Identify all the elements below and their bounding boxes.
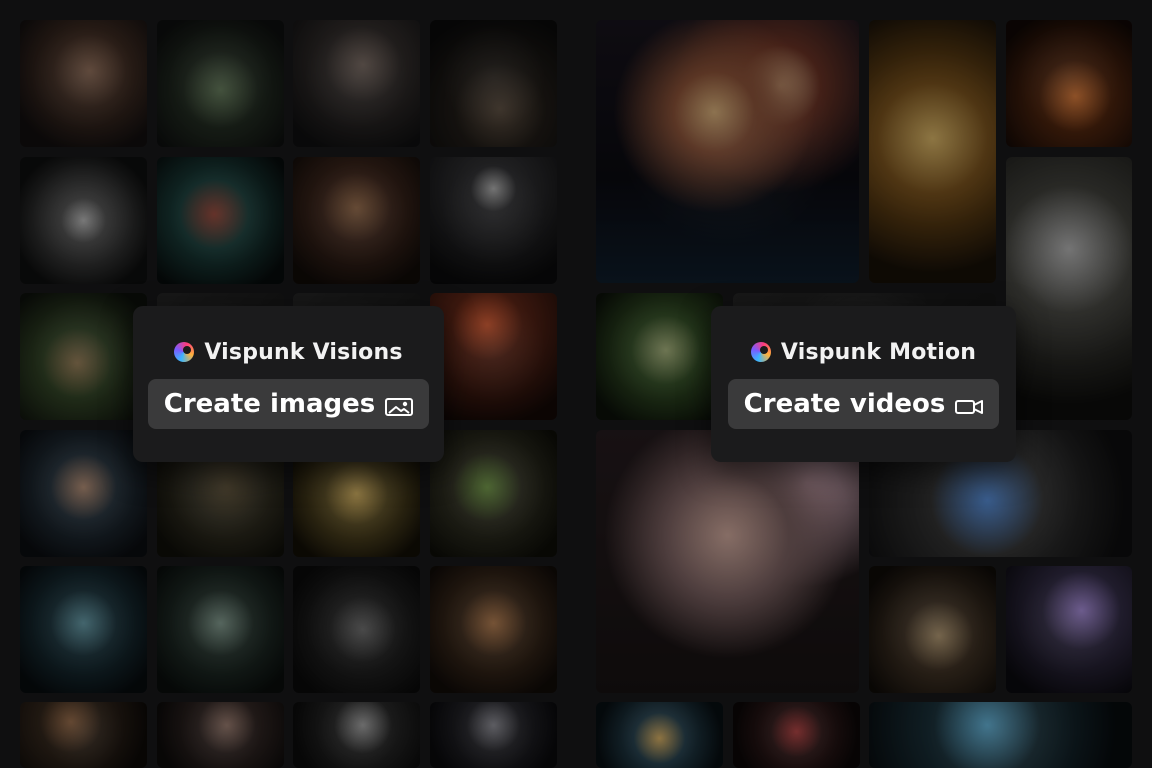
gallery-tile-underwater-room[interactable] — [869, 702, 1132, 768]
gallery-tile-burger-sea[interactable] — [596, 702, 723, 768]
vispunk-visions-title: Vispunk Visions — [204, 339, 403, 365]
create-videos-button[interactable]: Create videos — [727, 378, 1000, 429]
gallery-tile-campfire[interactable] — [1006, 20, 1132, 147]
gallery-tile-autumn-leaves[interactable] — [869, 20, 996, 283]
vispunk-visions-brand: Vispunk Visions — [174, 340, 402, 365]
gallery-tile-fireworks[interactable] — [596, 20, 859, 283]
gallery-tile-robot-portrait[interactable] — [430, 702, 557, 768]
gallery-tile-snail[interactable] — [20, 293, 147, 420]
gallery-tile-fairies[interactable] — [596, 293, 723, 420]
gallery-tile-woman-window[interactable] — [157, 702, 284, 768]
gallery-tile-room-interior[interactable] — [293, 702, 420, 768]
gallery-tile-white-flower[interactable] — [20, 157, 147, 284]
gallery-tile-portrait-man[interactable] — [293, 20, 420, 147]
gallery-tile-droids-forest[interactable] — [1006, 157, 1132, 420]
gallery-tile-salad-glass-bowl[interactable] — [157, 20, 284, 147]
gallery-tile-mushrooms[interactable] — [157, 157, 284, 284]
image-icon — [385, 394, 414, 416]
gallery-tile-comet-lake[interactable] — [1006, 566, 1132, 693]
gallery-tile-astronaut-child[interactable] — [20, 430, 147, 557]
vispunk-visions-card: Vispunk Visions Create images — [133, 306, 444, 462]
create-images-button[interactable]: Create images — [147, 378, 430, 429]
gallery-tile-dog-partial[interactable] — [20, 702, 147, 768]
gallery-tile-octopus-creature[interactable] — [157, 566, 284, 693]
gallery-tile-mountain-night-sky[interactable] — [430, 20, 557, 147]
gallery-tile-portrait-woman[interactable] — [20, 20, 147, 147]
create-videos-label: Create videos — [743, 388, 946, 419]
gallery-tile-volcano-explorer[interactable] — [430, 293, 557, 420]
gallery-tile-godzilla-toy[interactable] — [293, 566, 420, 693]
gallery-tile-underwater-bed[interactable] — [20, 566, 147, 693]
gallery-tile-alien-diner[interactable] — [293, 157, 420, 284]
gallery-tile-christmas-ornaments[interactable] — [733, 702, 860, 768]
vispunk-motion-card: Vispunk Motion Create videos — [711, 306, 1016, 462]
gallery-tile-moon-beach[interactable] — [430, 157, 557, 284]
create-images-label: Create images — [163, 388, 376, 419]
vispunk-motion-brand: Vispunk Motion — [750, 339, 977, 365]
gallery-tile-corgi-batman[interactable] — [430, 566, 557, 693]
video-camera-icon — [955, 394, 984, 414]
vispunk-logo-icon — [174, 342, 195, 362]
gallery-tile-diner-scene[interactable] — [869, 566, 996, 693]
gallery-tile-dragon-stroller[interactable] — [430, 430, 557, 557]
vispunk-logo-icon — [750, 342, 771, 362]
gallery-tile-smiling-girl-blossoms[interactable] — [596, 430, 859, 693]
vispunk-motion-title: Vispunk Motion — [780, 339, 977, 365]
